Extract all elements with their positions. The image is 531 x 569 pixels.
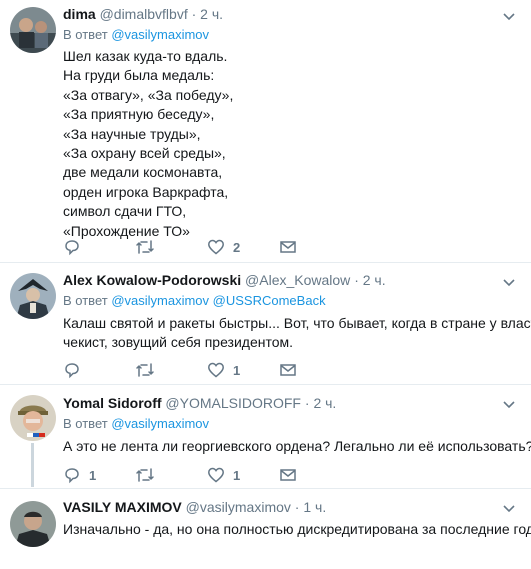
retweet-button[interactable] <box>135 360 163 380</box>
separator-dot: · <box>294 499 300 515</box>
author-handle[interactable]: @YOMALSIDOROFF <box>165 395 301 411</box>
chevron-down-icon[interactable] <box>501 503 517 515</box>
tweet-vasily-maximov[interactable]: VASILY MAXIMOV @vasilymaximov · 1 ч. Изн… <box>0 489 531 569</box>
tweet-text: Изначально - да, но она полностью дискре… <box>63 520 531 539</box>
author-name[interactable]: VASILY MAXIMOV <box>63 499 182 515</box>
reply-context: В ответ @vasilymaximov <box>63 26 209 44</box>
reply-icon <box>65 363 79 379</box>
timestamp[interactable]: 2 ч. <box>313 395 336 411</box>
mention-link[interactable]: @USSRComeBack <box>213 293 326 308</box>
tweet-alex-kowalow[interactable]: Alex Kowalow-Podorowski @Alex_Kowalow · … <box>0 263 531 379</box>
avatar[interactable] <box>10 501 56 547</box>
author-handle[interactable]: @Alex_Kowalow <box>245 272 350 288</box>
separator-dot: · <box>304 395 310 411</box>
direct-message-button[interactable] <box>279 237 297 257</box>
retweet-icon <box>136 363 154 377</box>
like-button[interactable]: 2 <box>207 237 240 257</box>
separator-dot: · <box>354 272 359 288</box>
reply-button[interactable]: 1 <box>63 465 96 485</box>
like-count: 2 <box>233 239 241 255</box>
envelope-icon <box>280 469 296 481</box>
text-line: «За отвагу», «За победу», <box>63 86 234 103</box>
retweet-button[interactable] <box>135 465 163 485</box>
reply-button[interactable] <box>63 360 89 380</box>
tweet-header: Alex Kowalow-Podorowski @Alex_Kowalow · … <box>63 271 386 289</box>
timestamp[interactable]: 2 ч. <box>200 6 223 22</box>
retweet-button[interactable] <box>135 237 163 257</box>
reply-prefix: В ответ <box>63 416 108 431</box>
timestamp[interactable]: 2 ч. <box>363 272 386 288</box>
direct-message-button[interactable] <box>279 465 297 485</box>
reply-icon <box>65 468 79 484</box>
reply-icon <box>65 240 79 256</box>
tweet-text: А это не лента ли георгиевского ордена? … <box>63 437 531 456</box>
text-line: Шел казак куда-то вдаль. <box>63 48 228 64</box>
chevron-down-icon[interactable] <box>501 399 517 411</box>
avatar[interactable] <box>10 273 56 319</box>
thread-connector-line <box>31 443 34 487</box>
heart-icon <box>208 362 224 378</box>
reply-context: В ответ @vasilymaximov @USSRComeBack <box>63 292 326 310</box>
author-name[interactable]: dima <box>63 6 96 22</box>
avatar[interactable] <box>10 395 56 441</box>
chevron-down-icon[interactable] <box>501 11 517 23</box>
like-count: 1 <box>233 362 241 378</box>
reply-context: В ответ @vasilymaximov <box>63 415 209 433</box>
envelope-icon <box>280 241 296 253</box>
text-line: Калаш святой и ракеты быстры... Вот, что… <box>63 315 531 331</box>
text-line: На груди была медаль: <box>63 67 215 84</box>
tweet-actions: 1 <box>63 360 363 380</box>
direct-message-button[interactable] <box>279 360 297 380</box>
text-line: «За приятную беседу», <box>63 106 215 123</box>
separator-dot: · <box>191 6 197 22</box>
author-name[interactable]: Alex Kowalow-Podorowski <box>63 272 241 288</box>
tweet-text: Шел казак куда-то вдаль. На груди была м… <box>63 47 233 241</box>
retweet-icon <box>136 468 154 482</box>
text-line: «За охрану всей среды», <box>63 145 226 162</box>
tweet-actions: 2 <box>63 237 363 257</box>
author-handle[interactable]: @dimalbvflbvf <box>100 6 188 22</box>
like-button[interactable]: 1 <box>207 465 240 485</box>
mention-link[interactable]: @vasilymaximov <box>111 293 209 308</box>
text-line: чекист, зовущий себя президентом. <box>63 334 294 351</box>
tweet-header: Yomal Sidoroff @YOMALSIDOROFF · 2 ч. <box>63 394 336 412</box>
reply-button[interactable] <box>63 237 89 257</box>
heart-icon <box>208 239 224 255</box>
author-handle[interactable]: @vasilymaximov <box>186 499 291 515</box>
chevron-down-icon[interactable] <box>501 277 517 289</box>
mention-link[interactable]: @vasilymaximov <box>111 27 209 42</box>
retweet-icon <box>136 240 154 254</box>
reply-count: 1 <box>89 467 97 483</box>
timestamp[interactable]: 1 ч. <box>303 499 326 515</box>
like-button[interactable]: 1 <box>207 360 240 380</box>
like-count: 1 <box>233 467 241 483</box>
author-name[interactable]: Yomal Sidoroff <box>63 395 162 411</box>
text-line: две медали космонавта, <box>63 164 223 181</box>
reply-prefix: В ответ <box>63 293 108 308</box>
tweet-yomal-sidoroff[interactable]: Yomal Sidoroff @YOMALSIDOROFF · 2 ч. В о… <box>0 385 531 485</box>
reply-prefix: В ответ <box>63 27 108 42</box>
tweet-text: Калаш святой и ракеты быстры... Вот, что… <box>63 314 531 353</box>
heart-icon <box>208 467 224 483</box>
text-line: Изначально - да, но она полностью дискре… <box>63 521 531 537</box>
text-line: орден игрока Варкрафта, <box>63 183 229 200</box>
tweet-header: VASILY MAXIMOV @vasilymaximov · 1 ч. <box>63 498 326 516</box>
text-line: А это не лента ли георгиевского ордена? … <box>63 438 531 454</box>
tweet-header: dima @dimalbvflbvf · 2 ч. <box>63 5 223 23</box>
tweet-actions: 1 1 <box>63 465 363 485</box>
text-line: «За научные труды», <box>63 125 201 142</box>
text-line: символ сдачи ГТО, <box>63 203 187 220</box>
mention-link[interactable]: @vasilymaximov <box>111 416 209 431</box>
envelope-icon <box>280 364 296 376</box>
tweet-dima[interactable]: dima @dimalbvflbvf · 2 ч. В ответ @vasil… <box>0 0 531 262</box>
avatar[interactable] <box>10 7 56 53</box>
